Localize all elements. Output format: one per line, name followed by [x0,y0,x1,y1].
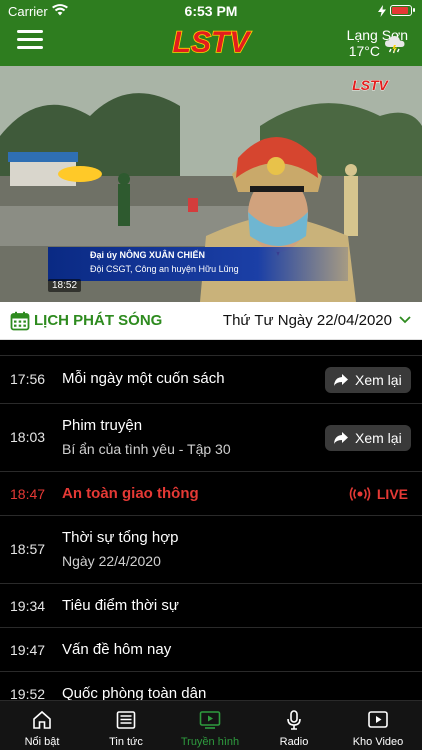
program-time: 18:57 [10,541,46,557]
home-icon [33,710,51,729]
program-title: Quốc phòng toàn dân [62,685,207,700]
caption-name: Đại úy NÔNG XUÂN CHIẾN [90,250,206,260]
schedule-list[interactable]: 17:56 Mỗi ngày một cuốn sách Xem lại 18:… [0,340,422,700]
program-time: 18:03 [10,429,46,445]
chevron-down-icon[interactable] [398,315,412,325]
tab-highlights[interactable]: Nổi bật [0,701,84,750]
replay-button[interactable]: Xem lại [325,367,411,393]
schedule-title: LỊCH PHÁT SÓNG [34,312,163,329]
list-item[interactable]: 18:03 Phim truyện Bí ẩn của tình yêu - T… [0,404,422,472]
video-caption-lower-third: Đại úy NÔNG XUÂN CHIẾN Đội CSGT, Công an… [48,247,348,281]
status-bar: Carrier 6:53 PM [0,0,422,22]
schedule-header: LỊCH PHÁT SÓNG Thứ Tư Ngày 22/04/2020 [0,302,422,340]
share-arrow-icon [334,432,348,444]
app-header: Carrier 6:53 PM LSTV Lạng Sơn 17°C [0,0,422,66]
list-item[interactable]: 18:57 Thời sự tổng hợp Ngày 22/4/2020 [0,516,422,584]
list-item-live[interactable]: 18:47 An toàn giao thông LIVE [0,472,422,516]
replay-button[interactable]: Xem lại [325,425,411,451]
list-item[interactable]: 17:56 Mỗi ngày một cuốn sách Xem lại [0,356,422,404]
lstv-logo: LSTV [172,25,253,60]
tab-label: Truyền hình [180,736,240,748]
program-subtitle: Ngày 22/4/2020 [62,553,161,569]
list-item[interactable] [0,340,422,356]
charging-icon [378,5,386,17]
program-time: 18:47 [10,486,46,502]
tab-video-library[interactable]: Kho Video [336,701,420,750]
rain-cloud-icon [385,36,405,54]
tab-label: Kho Video [352,736,404,748]
svg-text:LSTV: LSTV [352,77,389,93]
program-title: Thời sự tổng hợp [62,529,179,546]
tv-play-icon [199,711,221,729]
lstv-watermark: LSTV [352,77,390,94]
battery-icon [390,5,415,16]
menu-button[interactable] [17,30,43,50]
program-title: Tiêu điểm thời sự [62,597,179,614]
tab-label: Nổi bật [24,736,60,748]
live-badge[interactable]: LIVE [349,486,408,502]
tab-radio[interactable]: Radio [252,701,336,750]
tab-television[interactable]: Truyền hình [168,701,252,750]
program-time: 17:56 [10,371,46,387]
video-player[interactable]: LSTV Đại úy NÔNG XUÂN CHIẾN Đội CSGT, Cô… [0,66,422,302]
caption-role: Đội CSGT, Công an huyện Hữu Lũng [90,264,239,274]
program-title: An toàn giao thông [62,485,199,502]
program-title: Phim truyện [62,417,143,434]
share-arrow-icon [334,374,348,386]
live-label: LIVE [376,486,408,502]
tab-label: Tin tức [109,736,143,748]
video-library-icon [368,711,388,728]
replay-label: Xem lại [355,372,402,388]
program-time: 19:47 [10,642,46,658]
broadcast-icon [349,487,371,501]
list-item[interactable]: 19:34 Tiêu điểm thời sự [0,584,422,628]
list-item[interactable]: 19:52 Quốc phòng toàn dân [0,672,422,700]
program-title: Vấn đề hôm nay [62,641,172,658]
program-time: 19:34 [10,598,46,614]
tab-news[interactable]: Tin tức [84,701,168,750]
calendar-icon [10,311,30,331]
program-subtitle: Bí ẩn của tình yêu - Tập 30 [62,441,231,457]
video-timestamp: 18:52 [48,279,82,292]
program-time: 19:52 [10,686,46,700]
newspaper-icon [116,711,136,729]
replay-label: Xem lại [355,430,402,446]
schedule-date-selector[interactable]: Thứ Tư Ngày 22/04/2020 [223,312,392,329]
microphone-icon [287,710,301,730]
list-item[interactable]: 19:47 Vấn đề hôm nay [0,628,422,672]
svg-text:LSTV: LSTV [173,26,253,59]
tab-bar: Nổi bật Tin tức Truyền hình Radio Kho Vi… [0,700,422,750]
program-title: Mỗi ngày một cuốn sách [62,370,225,387]
status-time: 6:53 PM [184,3,238,19]
tab-label: Radio [279,736,309,748]
